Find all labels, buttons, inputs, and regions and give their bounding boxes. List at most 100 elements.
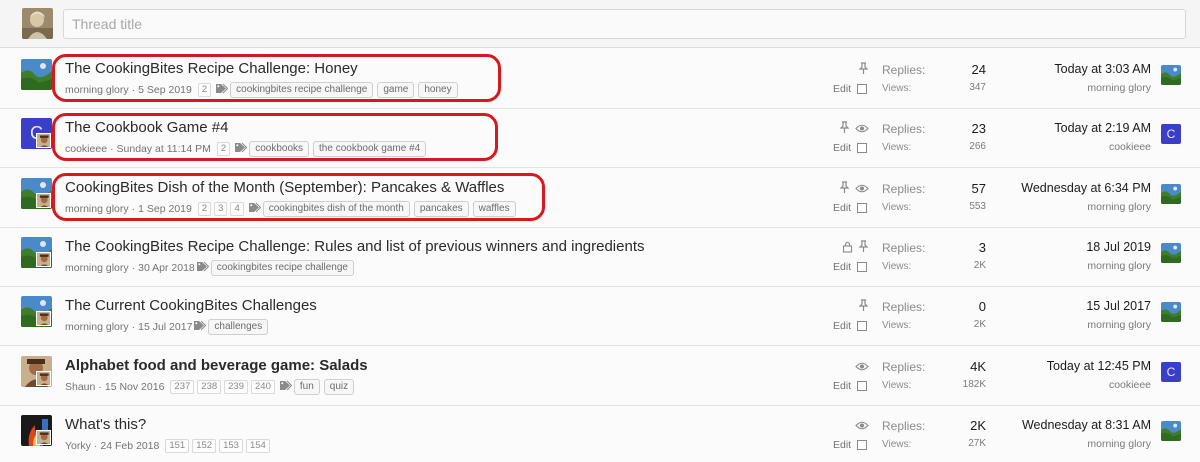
select-thread-checkbox[interactable] [857, 143, 867, 154]
edit-label[interactable]: Edit [833, 261, 851, 273]
last-poster-name[interactable]: morning glory [951, 260, 1151, 272]
edit-label[interactable]: Edit [833, 439, 851, 451]
last-post-date[interactable]: Today at 2:19 AM [951, 121, 1151, 135]
thread-start-date[interactable]: 1 Sep 2019 [138, 203, 192, 215]
thread-title-link[interactable]: The Cookbook Game #4 [65, 119, 228, 136]
thread-meta: morning glory · 30 Apr 2018 cookingbites re… [65, 259, 358, 276]
thread-start-date[interactable]: 30 Apr 2018 [138, 262, 195, 274]
user-avatar[interactable] [22, 8, 53, 39]
last-poster-avatar[interactable] [1161, 65, 1181, 85]
tag-chip[interactable]: cookingbites dish of the month [262, 200, 410, 217]
page-link[interactable]: 2 [197, 201, 212, 216]
thread-start-date[interactable]: 5 Sep 2019 [138, 84, 192, 96]
page-link[interactable]: 240 [251, 379, 275, 394]
tag-chip[interactable]: waffles [472, 200, 516, 217]
thread-row[interactable]: C The Cookbook Game #4 cookieee · Sunday at … [0, 109, 1200, 169]
thread-row[interactable]: CookingBites Dish of the Month (Septembe… [0, 168, 1200, 228]
participant-mini-avatar [36, 251, 51, 267]
thread-author-link[interactable]: Yorky [65, 440, 91, 452]
tag-chip[interactable]: fun [293, 378, 320, 395]
last-poster-avatar[interactable]: C [1161, 124, 1181, 145]
thread-title-link[interactable]: Alphabet food and beverage game: Salads [65, 357, 368, 374]
thread-start-date[interactable]: 15 Nov 2016 [105, 381, 165, 393]
thread-row[interactable]: What's this? Yorky · 24 Feb 2018 151 152 153 15… [0, 405, 1200, 462]
edit-label[interactable]: Edit [833, 83, 851, 95]
last-poster-avatar[interactable] [1161, 420, 1181, 441]
page-link[interactable]: 4 [230, 201, 244, 216]
last-post-date[interactable]: Wednesday at 6:34 PM [951, 181, 1151, 195]
edit-label[interactable]: Edit [833, 380, 851, 392]
edit-label[interactable]: Edit [833, 202, 851, 214]
tag-chip[interactable]: honey [418, 82, 458, 98]
page-link[interactable]: 154 [245, 438, 270, 453]
page-link[interactable]: 2 [197, 83, 212, 97]
page-link[interactable]: 151 [165, 438, 190, 453]
select-thread-checkbox[interactable] [857, 261, 867, 272]
last-poster-avatar[interactable]: C [1161, 361, 1181, 382]
meta-separator: · [131, 321, 136, 334]
tag-chip[interactable]: pancakes [413, 200, 469, 217]
edit-label[interactable]: Edit [833, 142, 851, 154]
views-label: Views: [882, 83, 912, 94]
last-poster-name[interactable]: cookieee [951, 379, 1151, 391]
last-poster-avatar[interactable] [1161, 242, 1181, 263]
tag-chip[interactable]: cookingbites recipe challenge [210, 259, 354, 276]
edit-label[interactable]: Edit [833, 320, 851, 332]
last-poster-name[interactable]: morning glory [951, 82, 1151, 94]
select-thread-checkbox[interactable] [857, 439, 867, 450]
thread-row[interactable]: The CookingBites Recipe Challenge: Honey… [0, 50, 1200, 109]
select-thread-checkbox[interactable] [857, 321, 867, 332]
tag-chip[interactable]: game [377, 82, 415, 98]
select-thread-checkbox[interactable] [857, 84, 867, 94]
thread-author-link[interactable]: Shaun [65, 381, 95, 393]
tag-chip[interactable]: cookingbites recipe challenge [230, 82, 374, 98]
thread-title-link[interactable]: The CookingBites Recipe Challenge: Honey [65, 60, 358, 77]
last-poster-avatar[interactable] [1161, 183, 1181, 204]
page-link[interactable]: 2 [216, 142, 231, 157]
thread-start-date[interactable]: 15 Jul 2017 [138, 321, 192, 333]
replies-label: Replies: [882, 122, 926, 137]
last-poster-avatar[interactable] [1161, 302, 1181, 323]
thread-author-link[interactable]: morning glory [65, 84, 129, 96]
thread-start-date[interactable]: Sunday at 11:14 PM [117, 143, 211, 155]
thread-row[interactable]: The Current CookingBites Challenges morni… [0, 287, 1200, 347]
author-avatar[interactable] [21, 59, 52, 90]
views-label: Views: [882, 438, 912, 450]
last-post-date[interactable]: Today at 3:03 AM [951, 62, 1151, 76]
last-poster-name[interactable]: morning glory [951, 201, 1151, 213]
page-link[interactable]: 152 [192, 438, 217, 453]
tag-chip[interactable]: challenges [208, 319, 269, 336]
thread-title-link[interactable]: CookingBites Dish of the Month (Septembe… [65, 179, 504, 196]
tag-chip[interactable]: cookbooks [249, 141, 310, 158]
last-post-date[interactable]: Today at 12:45 PM [951, 359, 1151, 373]
thread-title-link[interactable]: The CookingBites Recipe Challenge: Rules… [65, 238, 645, 255]
last-poster-name[interactable]: cookieee [951, 141, 1151, 153]
page-link[interactable]: 153 [219, 438, 243, 453]
thread-row[interactable]: Alphabet food and beverage game: Salads S… [0, 346, 1200, 406]
thread-start-date[interactable]: 24 Feb 2018 [100, 440, 159, 452]
participant-mini-avatar [36, 192, 51, 208]
page-link[interactable]: 237 [170, 379, 195, 394]
select-thread-checkbox[interactable] [857, 202, 867, 213]
thread-row[interactable]: The CookingBites Recipe Challenge: Rules… [0, 227, 1200, 287]
thread-author-link[interactable]: morning glory [65, 262, 129, 274]
thread-author-link[interactable]: cookieee [65, 143, 107, 155]
thread-title-link[interactable]: The Current CookingBites Challenges [65, 297, 317, 314]
select-thread-checkbox[interactable] [857, 380, 867, 391]
last-poster-name[interactable]: morning glory [951, 438, 1151, 450]
last-post-date[interactable]: Wednesday at 8:31 AM [951, 418, 1151, 432]
page-link[interactable]: 3 [214, 201, 228, 216]
page-link[interactable]: 238 [197, 379, 222, 394]
thread-title-input[interactable] [63, 9, 1186, 39]
eye-icon [855, 359, 869, 373]
thread-list: The CookingBites Recipe Challenge: Honey… [0, 0, 1200, 462]
last-post-date[interactable]: 15 Jul 2017 [951, 299, 1151, 313]
thread-author-link[interactable]: morning glory [65, 321, 129, 333]
tag-chip[interactable]: quiz [323, 378, 355, 395]
last-post-date[interactable]: 18 Jul 2019 [951, 240, 1151, 254]
thread-author-link[interactable]: morning glory [65, 203, 129, 215]
page-link[interactable]: 239 [224, 379, 248, 394]
tag-chip[interactable]: the cookbook game #4 [313, 141, 427, 158]
thread-title-link[interactable]: What's this? [65, 416, 146, 433]
last-poster-name[interactable]: morning glory [951, 319, 1151, 331]
